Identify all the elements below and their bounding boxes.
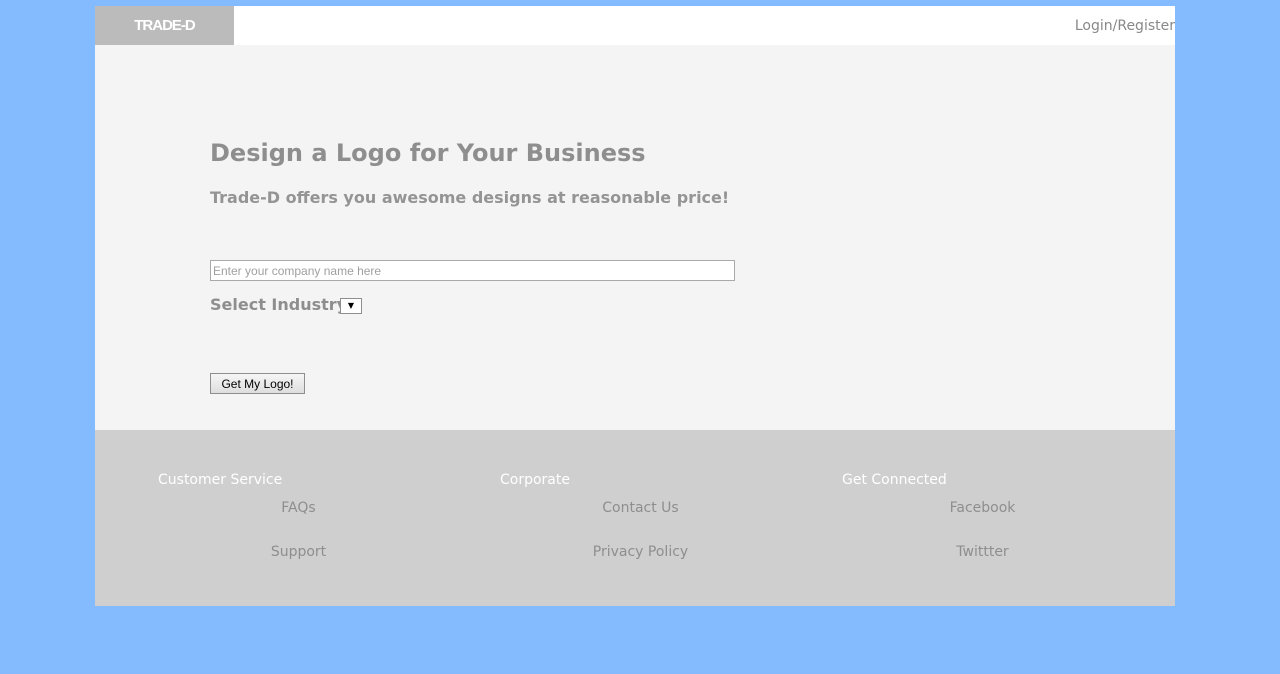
footer-link-privacy-policy[interactable]: Privacy Policy [500,544,781,560]
page-container: TRADE-D Login/Register Design a Logo for… [95,6,1175,606]
footer-heading: Corporate [500,472,570,488]
company-name-input[interactable] [210,260,735,281]
footer: Customer Service FAQs Support Corporate … [95,430,1175,606]
footer-link-twitter[interactable]: Twittter [842,544,1123,560]
industry-label: Select Industry: [210,295,354,314]
dropdown-arrow-icon: ▼ [347,301,355,310]
footer-column-customer-service: Customer Service FAQs Support [158,430,500,606]
login-register-link[interactable]: Login/Register [1075,6,1175,45]
footer-link-faqs[interactable]: FAQs [158,500,439,516]
footer-heading: Get Connected [842,472,947,488]
get-my-logo-button[interactable]: Get My Logo! [210,373,305,394]
footer-column-corporate: Corporate Contact Us Privacy Policy [500,430,842,606]
footer-column-get-connected: Get Connected Facebook Twittter [842,430,1184,606]
site-logo[interactable]: TRADE-D [95,6,234,45]
footer-link-facebook[interactable]: Facebook [842,500,1123,516]
footer-link-contact-us[interactable]: Contact Us [500,500,781,516]
hero-section: Design a Logo for Your Business Trade-D … [95,45,1175,430]
footer-heading: Customer Service [158,472,283,488]
header-bar: TRADE-D Login/Register [95,6,1175,45]
hero-subtitle: Trade-D offers you awesome designs at re… [210,188,730,207]
industry-select[interactable]: ▼ [340,298,362,314]
footer-link-support[interactable]: Support [158,544,439,560]
hero-title: Design a Logo for Your Business [210,139,646,167]
